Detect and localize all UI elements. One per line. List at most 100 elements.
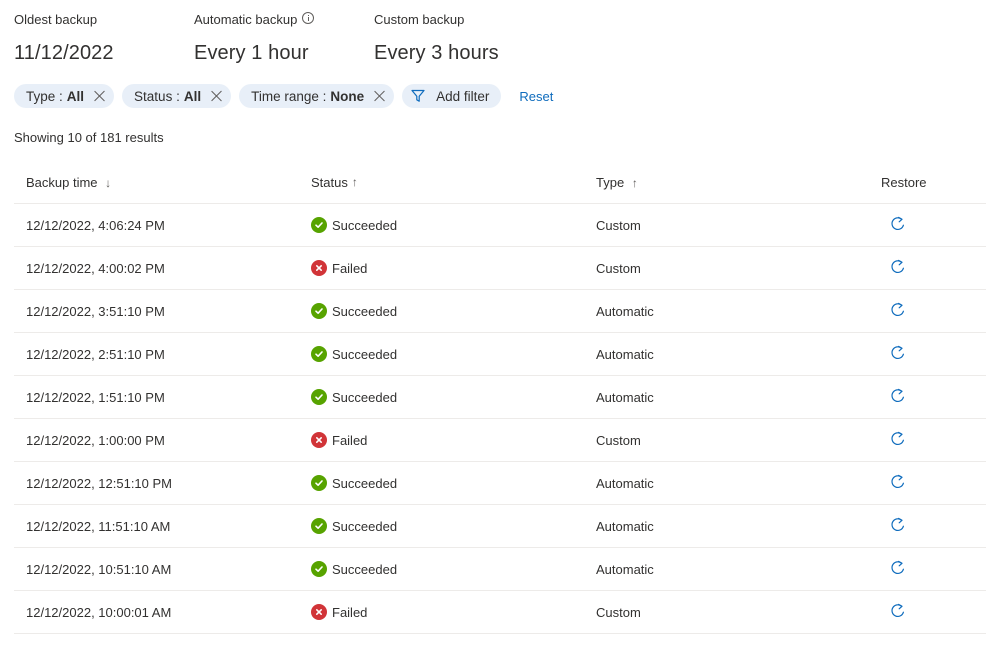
status-cell: Succeeded xyxy=(311,561,596,577)
backup-time-cell: 12/12/2022, 2:51:10 PM xyxy=(26,346,165,362)
filter-pill-key: Time range : xyxy=(251,88,327,104)
table-row[interactable]: 12/12/2022, 11:51:10 AM Succeeded Automati… xyxy=(14,505,986,548)
type-cell: Custom xyxy=(596,604,641,620)
table-row[interactable]: 12/12/2022, 1:00:00 PM Failed Custom xyxy=(14,419,986,462)
table-row[interactable]: 12/12/2022, 4:00:02 PM Failed Custom xyxy=(14,247,986,290)
oldest-backup-value: 11/12/2022 xyxy=(14,42,114,64)
status-cell: Failed xyxy=(311,432,596,448)
status-text: Failed xyxy=(332,432,368,448)
restore-cell xyxy=(881,387,986,408)
restore-icon[interactable] xyxy=(889,258,907,276)
filter-pill-value: None xyxy=(330,88,365,104)
status-cell: Succeeded xyxy=(311,518,596,534)
status-cell: Failed xyxy=(311,604,596,620)
type-cell: Custom xyxy=(596,260,641,276)
automatic-backup-value: Every 1 hour xyxy=(194,42,309,64)
backup-time-cell: 12/12/2022, 3:51:10 PM xyxy=(26,303,165,319)
info-icon[interactable] xyxy=(302,12,315,24)
status-text: Succeeded xyxy=(332,346,398,362)
backup-time-cell: 12/12/2022, 10:51:10 AM xyxy=(26,561,172,577)
checkmark-circle-icon xyxy=(311,346,327,362)
restore-icon[interactable] xyxy=(889,215,907,233)
checkmark-circle-icon xyxy=(311,475,327,491)
checkmark-circle-icon xyxy=(311,561,327,577)
column-header-label: Status xyxy=(311,174,348,190)
filter-pill-time-range[interactable]: Time range : None xyxy=(239,84,395,108)
type-cell: Automatic xyxy=(596,518,654,534)
restore-cell xyxy=(881,516,986,537)
add-filter-label: Add filter xyxy=(436,88,490,104)
close-icon[interactable] xyxy=(211,90,223,102)
restore-icon[interactable] xyxy=(889,473,907,491)
status-text: Succeeded xyxy=(332,518,398,534)
status-cell: Failed xyxy=(311,260,596,276)
add-filter-button[interactable]: Add filter xyxy=(402,84,502,108)
restore-cell xyxy=(881,215,986,236)
table-row[interactable]: 12/12/2022, 3:51:10 PM Succeeded Automatic xyxy=(14,290,986,333)
table-row[interactable]: 12/12/2022, 2:51:10 PM Succeeded Automatic xyxy=(14,333,986,376)
status-text: Succeeded xyxy=(332,389,398,405)
type-cell: Custom xyxy=(596,217,641,233)
restore-cell xyxy=(881,258,986,279)
close-icon[interactable] xyxy=(374,90,386,102)
type-cell: Automatic xyxy=(596,303,654,319)
table-row[interactable]: 12/12/2022, 10:51:10 AM Succeeded Automati… xyxy=(14,548,986,591)
column-header-label: Backup time xyxy=(26,174,98,190)
status-cell: Succeeded xyxy=(311,303,596,319)
status-text: Succeeded xyxy=(332,475,398,491)
filter-bar: Type : All Status : All Time range : Non… xyxy=(14,84,553,108)
automatic-backup-label-row: Automatic backup xyxy=(194,12,374,28)
backup-time-cell: 12/12/2022, 12:51:10 PM xyxy=(26,475,173,491)
restore-icon[interactable] xyxy=(889,516,907,534)
restore-icon[interactable] xyxy=(889,430,907,448)
backups-table: Backup time ↓ Status ↑ Type ↑ Restore 12… xyxy=(14,161,986,634)
custom-backup-value: Every 3 hours xyxy=(374,42,499,64)
filter-icon xyxy=(411,89,425,102)
restore-cell xyxy=(881,430,986,451)
sort-ascending-icon: ↑ xyxy=(631,175,638,190)
checkmark-circle-icon xyxy=(311,217,327,233)
reset-link[interactable]: Reset xyxy=(519,89,553,104)
checkmark-circle-icon xyxy=(311,303,327,319)
restore-cell xyxy=(881,559,986,580)
automatic-backup-stat: Automatic backup Every 1 hour xyxy=(194,12,374,65)
filter-pill-key: Type : xyxy=(26,88,63,104)
status-text: Succeeded xyxy=(332,303,398,319)
status-text: Succeeded xyxy=(332,561,398,577)
restore-icon[interactable] xyxy=(889,387,907,405)
automatic-backup-label: Automatic backup xyxy=(194,12,298,27)
type-cell: Automatic xyxy=(596,389,654,405)
table-body: 12/12/2022, 4:06:24 PM Succeeded Custom 12/… xyxy=(14,204,986,634)
status-text: Succeeded xyxy=(332,217,398,233)
table-row[interactable]: 12/12/2022, 4:06:24 PM Succeeded Custom xyxy=(14,204,986,247)
filter-pill-value: All xyxy=(183,88,202,104)
type-cell: Automatic xyxy=(596,561,654,577)
status-cell: Succeeded xyxy=(311,217,596,233)
restore-icon[interactable] xyxy=(889,344,907,362)
backup-time-cell: 12/12/2022, 10:00:01 AM xyxy=(26,604,172,620)
sort-ascending-icon: ↑ xyxy=(351,175,358,189)
column-header-type[interactable]: Type ↑ xyxy=(596,175,881,190)
close-icon[interactable] xyxy=(94,90,106,102)
column-header-backup-time[interactable]: Backup time ↓ xyxy=(14,175,311,190)
restore-icon[interactable] xyxy=(889,301,907,319)
column-header-restore: Restore xyxy=(881,174,927,190)
type-cell: Automatic xyxy=(596,475,654,491)
filter-pill-status[interactable]: Status : All xyxy=(122,84,232,108)
backup-summary: Oldest backup 11/12/2022 Automatic backu… xyxy=(14,12,574,65)
table-row[interactable]: 12/12/2022, 12:51:10 PM Succeeded Automati… xyxy=(14,462,986,505)
column-header-status[interactable]: Status ↑ xyxy=(311,175,596,190)
backup-time-cell: 12/12/2022, 4:00:02 PM xyxy=(26,260,165,276)
restore-icon[interactable] xyxy=(889,602,907,620)
sort-descending-icon: ↓ xyxy=(105,175,112,190)
restore-icon[interactable] xyxy=(889,559,907,577)
status-cell: Succeeded xyxy=(311,346,596,362)
table-row[interactable]: 12/12/2022, 10:00:01 AM Failed Custom xyxy=(14,591,986,634)
backup-time-cell: 12/12/2022, 11:51:10 AM xyxy=(26,518,171,534)
oldest-backup-stat: Oldest backup 11/12/2022 xyxy=(14,12,194,65)
table-row[interactable]: 12/12/2022, 1:51:10 PM Succeeded Automatic xyxy=(14,376,986,419)
filter-pill-type[interactable]: Type : All xyxy=(14,84,115,108)
restore-cell xyxy=(881,473,986,494)
custom-backup-label: Custom backup xyxy=(374,12,465,27)
backup-time-cell: 12/12/2022, 1:51:10 PM xyxy=(26,389,165,405)
